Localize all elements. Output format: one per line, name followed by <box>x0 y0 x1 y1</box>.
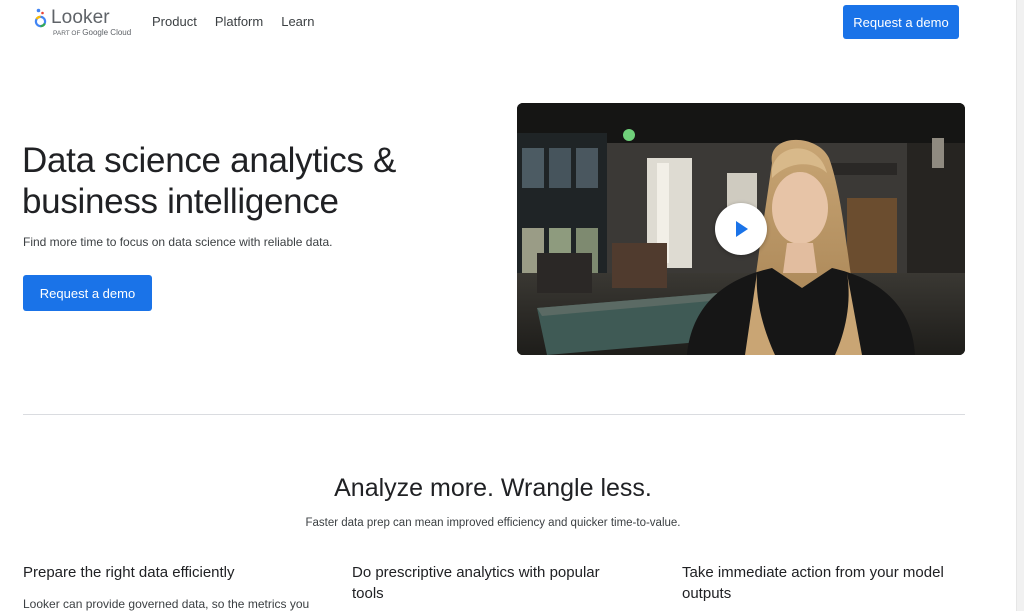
looker-logo-icon <box>34 8 47 28</box>
hero-title-line2: business intelligence <box>22 182 339 221</box>
header-request-demo-button[interactable]: Request a demo <box>843 5 959 39</box>
logo-wordmark: Looker <box>51 7 110 28</box>
logo-subtitle: PART OF Google Cloud <box>53 28 131 37</box>
feature-title: Do prescriptive analytics with popular t… <box>352 564 600 602</box>
section-divider <box>23 414 965 415</box>
window-scroll-edge <box>1016 0 1024 611</box>
video-player[interactable] <box>517 103 965 355</box>
play-icon <box>736 221 748 237</box>
site-header: Looker PART OF Google Cloud Product Plat… <box>0 0 1016 44</box>
hero-title: Data science analytics & business intell… <box>22 140 492 222</box>
hero-request-demo-button[interactable]: Request a demo <box>23 275 152 311</box>
play-button[interactable] <box>715 203 767 255</box>
main-nav: Product Platform Learn <box>152 14 314 29</box>
section-title: Analyze more. Wrangle less. <box>334 474 652 502</box>
hero-title-line1: Data science analytics & <box>22 141 397 180</box>
hero-subtitle: Find more time to focus on data science … <box>23 235 333 249</box>
looker-logo[interactable]: Looker PART OF Google Cloud <box>34 7 131 39</box>
nav-learn[interactable]: Learn <box>281 14 314 29</box>
logo-sub-brand: Google Cloud <box>82 28 132 37</box>
section-subtitle: Faster data prep can mean improved effic… <box>305 517 681 529</box>
nav-platform[interactable]: Platform <box>215 14 263 29</box>
feature-card: Prepare the right data efficiently Looke… <box>23 562 313 611</box>
feature-card: Do prescriptive analytics with popular t… <box>352 562 632 604</box>
nav-product[interactable]: Product <box>152 14 197 29</box>
logo-sub-prefix: PART OF <box>53 30 81 37</box>
feature-body: Looker can provide governed data, so the… <box>23 597 310 611</box>
feature-title: Take immediate action from your model ou… <box>682 564 944 602</box>
feature-card: Take immediate action from your model ou… <box>682 562 962 604</box>
feature-title: Prepare the right data efficiently <box>23 564 235 581</box>
